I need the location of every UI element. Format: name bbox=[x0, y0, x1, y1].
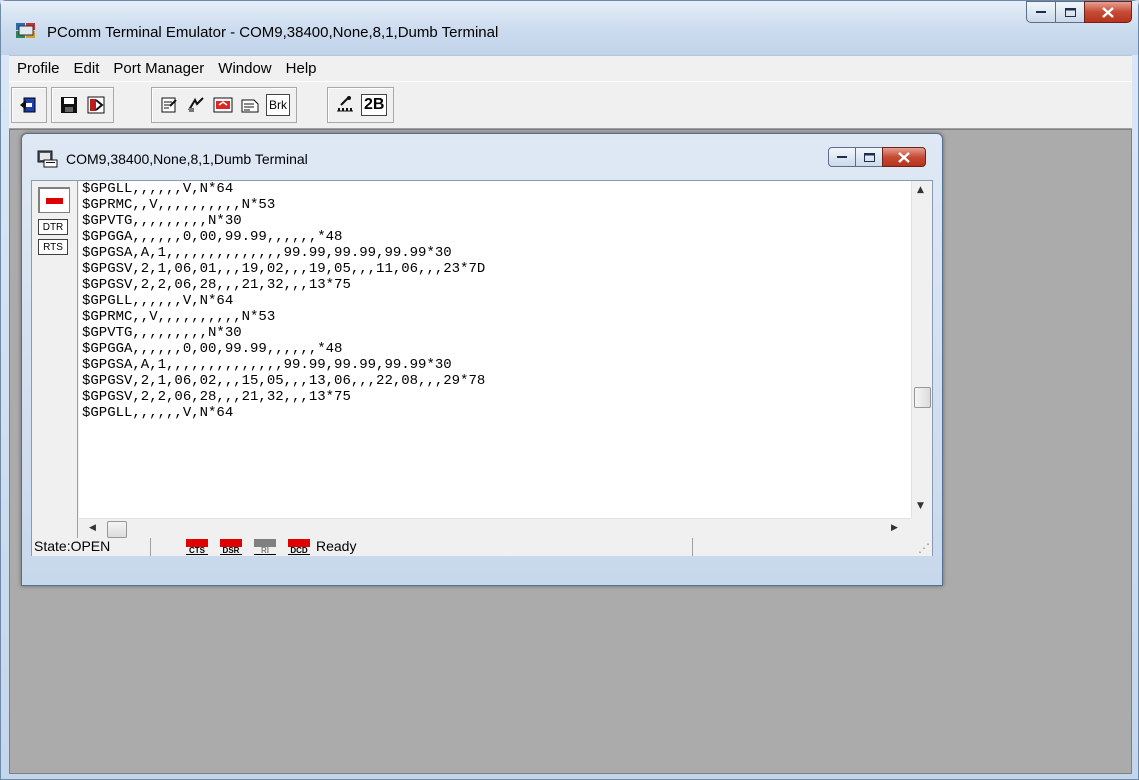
signal-label: DSR bbox=[220, 547, 242, 555]
close-button[interactable] bbox=[1084, 1, 1132, 23]
terminal-child-window: COM9,38400,None,8,1,Dumb Terminal DTR RT… bbox=[21, 133, 943, 586]
app-titlebar[interactable]: PComm Terminal Emulator - COM9,38400,Non… bbox=[1, 1, 1138, 55]
dtr-button[interactable]: DTR bbox=[38, 219, 68, 235]
signal-indicator-dsr: DSR bbox=[220, 539, 242, 555]
signal-indicator-ri: RI bbox=[254, 539, 276, 555]
app-window: PComm Terminal Emulator - COM9,38400,Non… bbox=[0, 0, 1139, 780]
status-divider bbox=[692, 538, 693, 556]
capture-icon bbox=[213, 97, 233, 113]
open-port-icon bbox=[20, 97, 36, 113]
terminal-line: $GPGSV,2,1,06,02,,,15,05,,,13,06,,,22,08… bbox=[82, 373, 486, 389]
vertical-scroll-thumb[interactable] bbox=[914, 387, 931, 408]
horizontal-scrollbar[interactable]: ◀ ▶ bbox=[79, 518, 911, 538]
status-state: State:OPEN bbox=[34, 538, 111, 554]
script-button[interactable] bbox=[239, 94, 261, 116]
binary-icon bbox=[337, 96, 353, 112]
horizontal-scroll-thumb[interactable] bbox=[107, 521, 127, 538]
terminal-line: $GPRMC,,V,,,,,,,,,,N*53 bbox=[82, 309, 276, 325]
close-icon bbox=[898, 151, 910, 163]
two-b-button[interactable]: 2B bbox=[361, 94, 388, 116]
capture-button[interactable] bbox=[212, 94, 234, 116]
terminal-output[interactable]: $GPGLL,,,,,,V,N*64 $GPRMC,,V,,,,,,,,,,N*5… bbox=[79, 181, 911, 518]
close-icon bbox=[1102, 6, 1114, 18]
maximize-icon bbox=[1064, 7, 1076, 17]
signal-indicator-cts: CTS bbox=[186, 539, 208, 555]
vertical-scrollbar[interactable]: ▲ ▼ bbox=[911, 181, 931, 518]
rts-button[interactable]: RTS bbox=[38, 239, 68, 255]
menu-bar: Profile Edit Port Manager Window Help bbox=[9, 55, 1132, 81]
save-button[interactable] bbox=[58, 94, 80, 116]
menu-port-manager[interactable]: Port Manager bbox=[113, 60, 204, 77]
toolbar-group-4: 2B bbox=[327, 87, 395, 123]
toolbar: Brk 2B bbox=[9, 81, 1132, 129]
signal-panel: DTR RTS bbox=[32, 181, 78, 554]
resize-grip-icon[interactable]: ⋰ bbox=[918, 541, 930, 555]
status-bar: State:OPEN CTS DSR RI DCD Ready ⋰ bbox=[32, 538, 932, 556]
toolbar-group-2 bbox=[51, 87, 114, 123]
terminal-line: $GPGSV,2,2,06,28,,,21,32,,,13*75 bbox=[82, 277, 351, 293]
status-divider bbox=[150, 538, 151, 556]
open-port-button[interactable] bbox=[18, 94, 40, 116]
terminal-line: $GPGSV,2,1,06,01,,,19,02,,,19,05,,,11,06… bbox=[82, 261, 486, 277]
exit-button[interactable] bbox=[85, 94, 107, 116]
terminal-line: $GPGGA,,,,,,0,00,99.99,,,,,,*48 bbox=[82, 229, 343, 245]
scroll-down-arrow-icon[interactable]: ▼ bbox=[917, 501, 924, 511]
menu-window[interactable]: Window bbox=[218, 60, 271, 77]
signal-indicator-dcd: DCD bbox=[288, 539, 310, 555]
menu-edit[interactable]: Edit bbox=[74, 60, 100, 77]
terminal-line: $GPGGA,,,,,,0,00,99.99,,,,,,*48 bbox=[82, 341, 343, 357]
status-message: Ready bbox=[316, 538, 357, 554]
minimize-icon bbox=[1036, 11, 1046, 13]
terminal-line: $GPRMC,,V,,,,,,,,,,N*53 bbox=[82, 197, 276, 213]
terminal-line: $GPGLL,,,,,,V,N*64 bbox=[82, 293, 234, 309]
menu-help[interactable]: Help bbox=[286, 60, 317, 77]
break-button[interactable]: Brk bbox=[266, 94, 290, 116]
terminal-client: DTR RTS $GPGLL,,,,,,V,N*64 $GPRMC,,V,,,,,… bbox=[31, 180, 933, 556]
connection-led-icon bbox=[46, 198, 63, 204]
signal-label: RI bbox=[254, 547, 276, 555]
connection-led-button[interactable] bbox=[38, 187, 70, 213]
menu-profile[interactable]: Profile bbox=[17, 60, 60, 77]
signal-label: CTS bbox=[186, 547, 208, 555]
transfer-button[interactable] bbox=[185, 94, 207, 116]
terminal-line: $GPGLL,,,,,,V,N*64 bbox=[82, 181, 234, 197]
save-icon bbox=[61, 97, 77, 113]
terminal-line: $GPGSV,2,2,06,28,,,21,32,,,13*75 bbox=[82, 389, 351, 405]
window-caption-buttons bbox=[1026, 1, 1132, 23]
terminal-window-icon bbox=[37, 150, 58, 168]
terminal-line: $GPGLL,,,,,,V,N*64 bbox=[82, 405, 234, 421]
child-minimize-button[interactable] bbox=[828, 147, 856, 167]
child-caption-buttons bbox=[828, 147, 926, 167]
maximize-button[interactable] bbox=[1055, 1, 1085, 23]
toolbar-group-1 bbox=[11, 87, 47, 123]
terminal-line: $GPVTG,,,,,,,,,N*30 bbox=[82, 213, 242, 229]
toolbar-group-3: Brk bbox=[151, 87, 297, 123]
child-maximize-button[interactable] bbox=[855, 147, 883, 167]
terminal-line: $GPVTG,,,,,,,,,N*30 bbox=[82, 325, 242, 341]
minimize-icon bbox=[837, 156, 847, 158]
signal-label: DCD bbox=[288, 547, 310, 555]
child-title: COM9,38400,None,8,1,Dumb Terminal bbox=[66, 151, 308, 167]
minimize-button[interactable] bbox=[1026, 1, 1056, 23]
exit-icon bbox=[87, 96, 105, 114]
properties-icon bbox=[161, 97, 177, 113]
scroll-right-arrow-icon[interactable]: ▶ bbox=[891, 523, 898, 533]
terminal-line: $GPGSA,A,1,,,,,,,,,,,,,,99.99,99.99,99.9… bbox=[82, 245, 452, 261]
transfer-icon bbox=[188, 97, 204, 112]
child-close-button[interactable] bbox=[882, 147, 926, 167]
maximize-icon bbox=[863, 152, 875, 162]
app-title: PComm Terminal Emulator - COM9,38400,Non… bbox=[47, 24, 499, 41]
script-icon bbox=[241, 99, 259, 113]
scroll-left-arrow-icon[interactable]: ◀ bbox=[89, 523, 96, 533]
scroll-up-arrow-icon[interactable]: ▲ bbox=[917, 185, 924, 195]
terminal-line: $GPGSA,A,1,,,,,,,,,,,,,,99.99,99.99,99.9… bbox=[82, 357, 452, 373]
properties-button[interactable] bbox=[158, 94, 180, 116]
binary-button[interactable] bbox=[334, 94, 356, 116]
pcomm-app-icon bbox=[16, 23, 35, 38]
